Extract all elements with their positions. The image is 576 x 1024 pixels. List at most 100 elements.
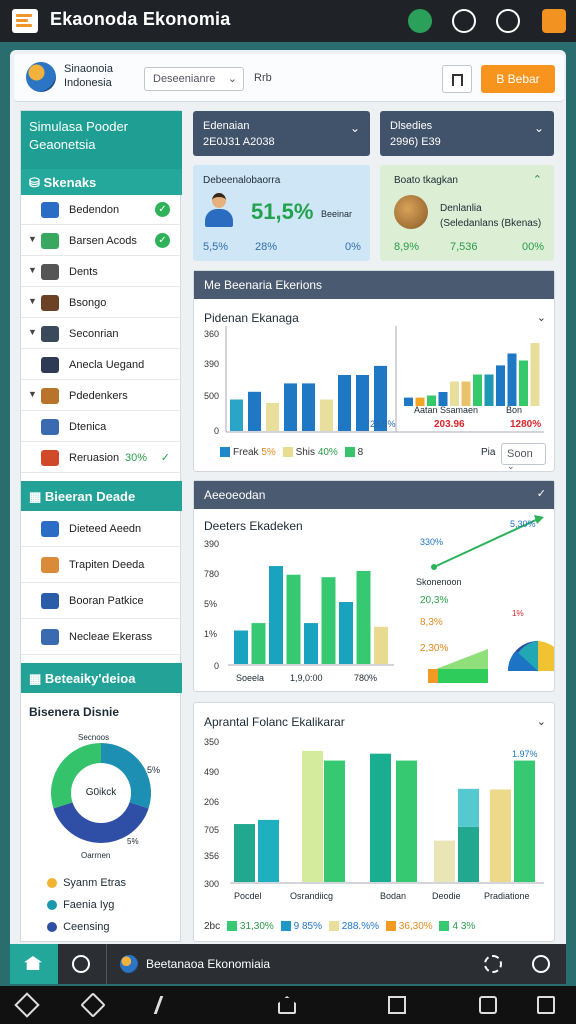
sidebar-group-label: Skenaks (43, 175, 97, 190)
sidebar-item[interactable]: ▼ Seconrian (21, 319, 182, 349)
sidebar-item[interactable]: Dtenica (21, 412, 182, 442)
print-button[interactable] (442, 65, 472, 93)
kpi-card-line1: Denlanlia (440, 203, 482, 214)
sidebar-item-label: Dtenica (69, 421, 107, 433)
group-value: 203.96 (434, 419, 465, 430)
sidebar-item[interactable]: ▼ Dents (21, 257, 182, 287)
settings-icon[interactable] (496, 9, 520, 33)
bottom-nav-bar: Beetanaoa Ekonomiaia (10, 944, 566, 984)
sidebar-item[interactable]: Anecla Uegand (21, 350, 182, 380)
sidebar-item-label: Dents (69, 266, 98, 278)
share-icon[interactable] (542, 9, 566, 33)
bar (434, 840, 455, 882)
sidebar-group-results[interactable]: ▦ Beteaiky'deioa (21, 663, 182, 693)
sidebar-item[interactable]: Bedendon ✓ (21, 195, 182, 225)
bar (230, 399, 243, 431)
sidebar-item-label: Dieteed Aeedn (69, 523, 142, 535)
scenario-dropdown-value: Deseenianre (153, 73, 216, 85)
bar (234, 630, 248, 664)
settings-gear-icon[interactable] (484, 955, 502, 973)
y-tick: 360 (204, 329, 220, 339)
bar (321, 577, 336, 664)
bar (284, 383, 297, 431)
notifications-icon[interactable] (408, 9, 432, 33)
bar (269, 566, 283, 664)
x-tick: Bodan (380, 891, 407, 901)
donut-legend-item: Faenia Iyg (47, 899, 114, 911)
trend-label: 8,3% (420, 617, 443, 628)
legend-pct: 288.%% (341, 921, 379, 932)
sidebar-group-scenarios[interactable]: ⛁ Skenaks (21, 169, 182, 195)
exit-icon[interactable] (537, 996, 555, 1014)
legend-label: Ceensing (63, 921, 110, 933)
print-icon (452, 74, 463, 86)
x-tick: Pradiatione (484, 891, 530, 901)
bar (374, 626, 388, 664)
briefcase-icon[interactable] (452, 9, 476, 33)
kpi-card-growth[interactable]: Debeenalobaorra 51,5% Beeinar 5,5% 28% 0… (193, 165, 370, 261)
y-tick: 206 (204, 797, 220, 807)
info-icon[interactable] (72, 955, 90, 973)
sidebar-item[interactable]: Booran Patkice (21, 583, 182, 619)
bar (484, 374, 494, 406)
y-tick: 0 (214, 426, 220, 436)
bar (458, 826, 479, 882)
item-icon (41, 450, 59, 466)
sidebar-item[interactable]: ▼ Barsen Acods ✓ (21, 226, 182, 256)
region-dropdown[interactable]: Dlsedies 2996) E39 ⌄ (380, 111, 554, 156)
period-dropdown[interactable]: Edenaian 2E0J31 A2038 ⌄ (193, 111, 370, 156)
kpi-card-budget[interactable]: Boato tkagkan ⌃ Denlanlia (Seledanlans (… (380, 165, 554, 261)
item-icon (41, 419, 59, 435)
x-tick: Pocdel (234, 891, 262, 901)
pie-label: 1% (512, 609, 524, 618)
donut-legend-item: Syanm Etras (47, 877, 126, 889)
item-icon (41, 233, 59, 249)
overview-icon[interactable] (388, 996, 406, 1014)
x-tick: 1,9,0:00 (290, 673, 323, 683)
sidebar-item[interactable]: Necleae Ekerass (21, 619, 182, 655)
region-dropdown-label: Dlsedies (390, 120, 433, 132)
home-button[interactable] (10, 944, 58, 984)
legend-pct: 9 85% (293, 921, 322, 932)
legend-pct: 31,30% (239, 921, 274, 932)
bar (248, 391, 261, 431)
legend-dot (47, 878, 57, 889)
sidebar-item-label: Bsongo (69, 297, 107, 309)
legend-pct: 5% (261, 447, 276, 458)
region-dropdown-value: 2996) E39 (390, 136, 441, 148)
sidebar-item[interactable]: ▼ Bsongo (21, 288, 182, 318)
filter-dropdown[interactable]: Soon ⌄ (501, 443, 546, 471)
home-icon (24, 956, 42, 970)
legend-label: Syanm Etras (63, 877, 127, 889)
sidebar-group-data[interactable]: ▦ Bieeran Deade (21, 481, 182, 511)
y-tick: 780 (204, 569, 220, 579)
scenario-dropdown[interactable]: Deseenianre ⌄ (144, 67, 244, 91)
help-icon[interactable] (532, 955, 550, 973)
chevron-down-icon[interactable]: ⌄ (537, 311, 546, 324)
chevron-down-icon[interactable]: ⌄ (537, 715, 546, 728)
bar (458, 788, 479, 827)
bar (514, 760, 535, 882)
item-icon (41, 264, 59, 280)
chart-legend: 2bc 31,30% 9 85% 288.%% 36,30% 4 3% (204, 921, 475, 932)
bar (320, 399, 333, 431)
sidebar-item[interactable]: Trapiten Deeda (21, 547, 182, 583)
chart-legend: Freak 5% Shis 40% 8 (220, 447, 363, 458)
checkmark-icon[interactable]: ✓ (537, 487, 546, 500)
chevron-down-icon: ▼ (28, 327, 37, 337)
bar (450, 381, 459, 406)
sidebar-item-label: Trapiten Deeda (69, 559, 145, 571)
sidebar-item[interactable]: Dieteed Aeedn (21, 511, 182, 547)
trend-label: 330% (420, 537, 444, 547)
period-dropdown-value: 2E0J31 A2038 (203, 136, 275, 148)
kpi-stat: 8,9% (394, 241, 420, 253)
kpi-card-title: Boato tkagkan (394, 175, 458, 186)
group-label: Aatan Ssamaen (414, 405, 479, 415)
page-header: Sinaonoia Indonesia Deseenianre ⌄ Rrb B … (14, 54, 564, 102)
person-avatar-icon (205, 193, 233, 227)
export-button[interactable]: B Bebar (481, 65, 555, 93)
bar (496, 365, 505, 406)
sidebar-item[interactable]: Reruasion 30% ✓ (21, 443, 182, 473)
sidebar-item[interactable]: ▼ Pdedenkers (21, 381, 182, 411)
message-icon[interactable] (479, 996, 497, 1014)
